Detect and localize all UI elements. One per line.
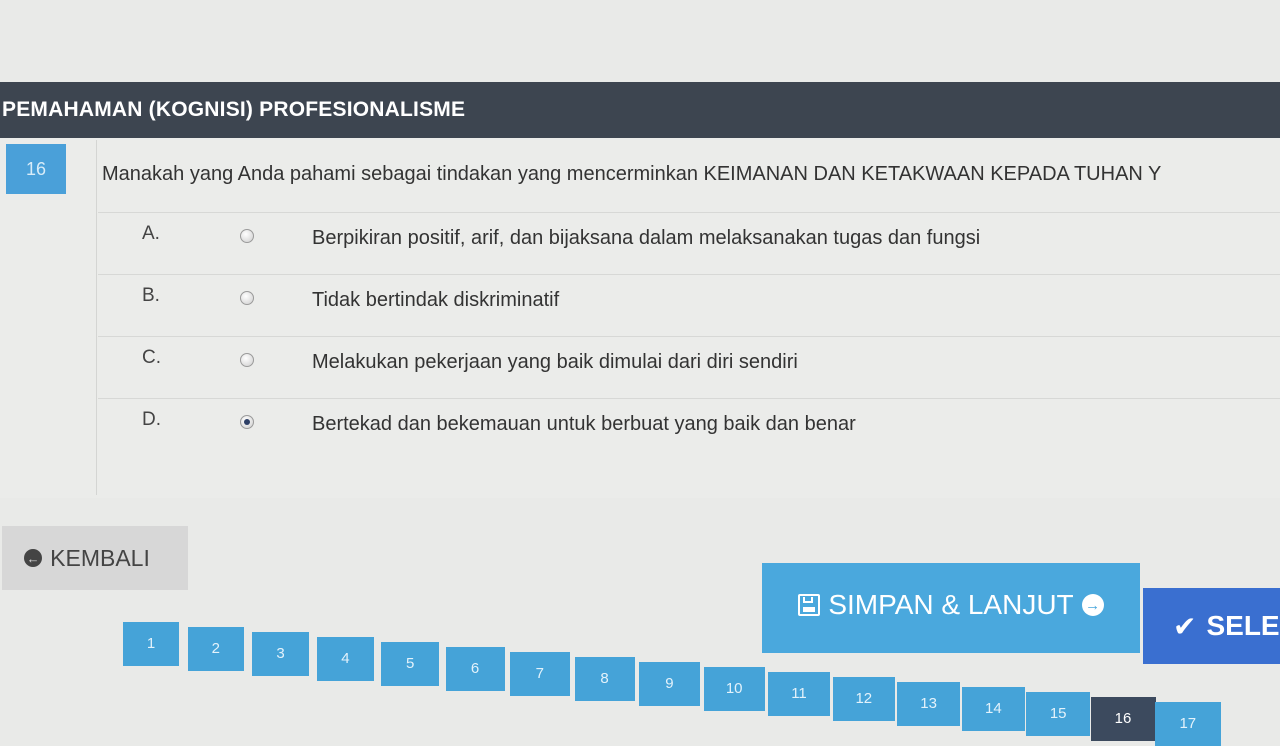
page-button-4[interactable]: 4 [316, 637, 375, 681]
section-title: PEMAHAMAN (KOGNISI) PROFESIONALISME [0, 82, 1280, 138]
option-row-a[interactable]: A. Berpikiran positif, arif, dan bijaksa… [98, 212, 1280, 275]
option-letter: A. [142, 223, 160, 244]
page-button-14[interactable]: 14 [961, 687, 1026, 731]
back-button[interactable]: ← KEMBALI [2, 526, 188, 590]
option-radio-b[interactable] [240, 291, 254, 305]
page-button-16[interactable]: 16 [1090, 697, 1156, 741]
save-next-button[interactable]: SIMPAN & LANJUT → [762, 563, 1140, 653]
option-letter: B. [142, 285, 160, 306]
page-button-12[interactable]: 12 [832, 677, 896, 721]
option-text: Melakukan pekerjaan yang baik dimulai da… [312, 351, 798, 373]
option-row-b[interactable]: B. Tidak bertindak diskriminatif [98, 274, 1280, 337]
finish-button-label: SELE [1206, 610, 1280, 641]
option-row-c[interactable]: C. Melakukan pekerjaan yang baik dimulai… [98, 336, 1280, 399]
page-button-6[interactable]: 6 [445, 647, 505, 691]
option-letter: C. [142, 347, 161, 368]
option-text: Tidak bertindak diskriminatif [312, 289, 560, 311]
option-radio-c[interactable] [240, 353, 254, 367]
arrow-circle-left-icon: ← [24, 549, 43, 567]
question-text: Manakah yang Anda pahami sebagai tindaka… [102, 163, 1162, 185]
option-row-d[interactable]: D. Bertekad dan bekemauan untuk berbuat … [98, 398, 1280, 461]
question-number-badge: 16 [6, 144, 66, 194]
check-icon: ✔ [1173, 610, 1197, 642]
page-button-15[interactable]: 15 [1026, 692, 1091, 736]
page-button-5[interactable]: 5 [381, 642, 440, 686]
page-button-13[interactable]: 13 [897, 682, 961, 726]
question-divider [96, 140, 97, 495]
option-radio-d[interactable] [240, 415, 254, 429]
page-button-7[interactable]: 7 [510, 652, 570, 696]
finish-button[interactable]: ✔ SELE [1143, 588, 1280, 664]
floppy-disk-icon [798, 594, 821, 616]
page-button-1[interactable]: 1 [123, 622, 179, 666]
page-button-8[interactable]: 8 [574, 657, 635, 701]
back-button-label: KEMBALI [50, 544, 150, 571]
option-radio-a[interactable] [240, 229, 254, 243]
option-letter: D. [142, 409, 161, 430]
option-text: Bertekad dan bekemauan untuk berbuat yan… [312, 413, 856, 435]
page-button-17[interactable]: 17 [1155, 702, 1221, 746]
page-button-11[interactable]: 11 [768, 672, 830, 716]
save-next-label: SIMPAN & LANJUT [828, 589, 1074, 620]
page-button-3[interactable]: 3 [252, 632, 310, 676]
option-text: Berpikiran positif, arif, dan bijaksana … [312, 227, 981, 249]
arrow-circle-right-icon: → [1081, 594, 1104, 616]
page-button-9[interactable]: 9 [639, 662, 700, 706]
page-button-2[interactable]: 2 [187, 627, 245, 671]
page-button-10[interactable]: 10 [703, 667, 765, 711]
